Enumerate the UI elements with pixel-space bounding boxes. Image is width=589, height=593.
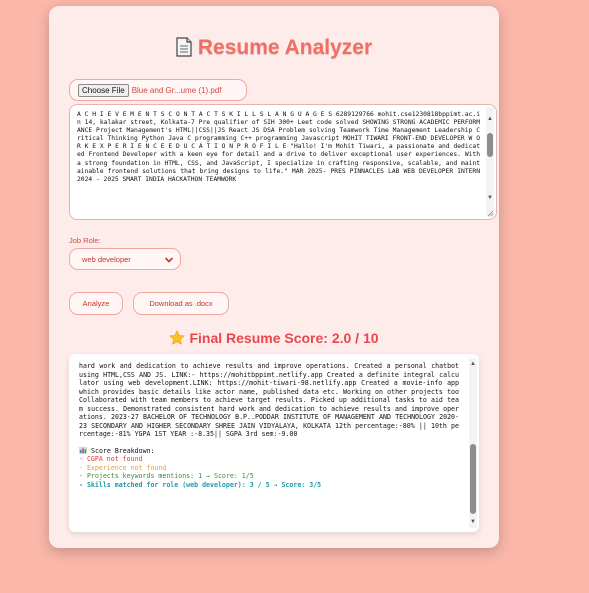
score-breakdown-title-text: Score Breakdown:	[91, 446, 155, 455]
breakdown-item: - CGPA not found	[79, 455, 143, 463]
final-score-text: Final Resume Score: 2.0 / 10	[189, 330, 379, 346]
output-scroll-thumb[interactable]	[470, 444, 476, 514]
output-resume-text: hard work and dedication to achieve resu…	[79, 362, 459, 438]
job-role-select[interactable]: web developer	[69, 248, 181, 270]
analyze-button[interactable]: Analyze	[69, 292, 123, 315]
resume-scroll-thumb[interactable]	[487, 133, 493, 157]
job-role-value: web developer	[82, 254, 131, 264]
resume-text[interactable]: A C H I E V E M E N T S C O N T A C T S …	[77, 111, 480, 184]
page-title-text: Resume Analyzer	[197, 36, 373, 59]
selected-file-name: Blue and Gr...ume (1).pdf	[131, 85, 222, 95]
score-breakdown: Score Breakdown: - CGPA not found - Expe…	[79, 446, 459, 490]
star-icon	[169, 330, 186, 345]
scroll-down-arrow-icon[interactable]: ▼	[469, 518, 477, 526]
choose-file-button[interactable]: Choose File	[78, 83, 129, 97]
breakdown-item: - Projects keywords mentions: 1 → Score:…	[79, 472, 254, 480]
page-document-icon	[176, 37, 192, 57]
page-title: Resume Analyzer	[49, 36, 499, 60]
final-score: Final Resume Score: 2.0 / 10	[49, 330, 499, 346]
bar-chart-icon	[79, 446, 87, 454]
resume-text-area[interactable]: A C H I E V E M E N T S C O N T A C T S …	[69, 104, 497, 220]
analyzer-card: Resume Analyzer Choose File Blue and Gr.…	[49, 6, 499, 548]
breakdown-item: - Skills matched for role (web developer…	[79, 480, 322, 489]
file-input[interactable]: Choose File Blue and Gr...ume (1).pdf	[69, 79, 247, 101]
analysis-output: hard work and dedication to achieve resu…	[69, 354, 479, 532]
resize-handle-icon[interactable]	[487, 210, 494, 217]
download-docx-button[interactable]: Download as .docx	[133, 292, 229, 315]
resume-scrollbar[interactable]: ▲ ▼	[486, 107, 494, 217]
scroll-down-arrow-icon[interactable]: ▼	[486, 194, 494, 202]
job-role-label: Job Role:	[69, 236, 101, 245]
scroll-up-arrow-icon[interactable]: ▲	[486, 115, 494, 123]
breakdown-item: - Experience not found	[79, 463, 167, 472]
chevron-down-icon	[165, 257, 173, 263]
scroll-up-arrow-icon[interactable]: ▲	[469, 360, 477, 368]
output-scrollbar[interactable]: ▲ ▼	[469, 358, 477, 528]
score-breakdown-title: Score Breakdown:	[79, 446, 459, 456]
